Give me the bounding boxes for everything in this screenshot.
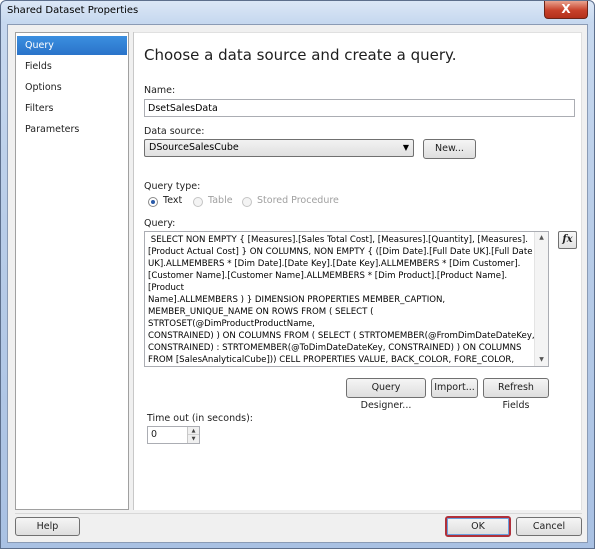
nav-item-options[interactable]: Options: [17, 78, 127, 97]
query-scrollbar[interactable]: ▲ ▼: [534, 232, 548, 366]
radio-text-label: Text: [163, 195, 183, 206]
name-label: Name:: [144, 85, 176, 96]
footer-divider: [15, 513, 582, 514]
query-type-label: Query type:: [144, 181, 201, 192]
expression-fx-button[interactable]: fx: [558, 231, 577, 249]
datasource-value: DSourceSalesCube: [149, 142, 239, 153]
nav-item-query[interactable]: Query: [17, 36, 127, 55]
radio-text[interactable]: [148, 197, 158, 207]
refresh-fields-button[interactable]: Refresh Fields: [483, 378, 549, 411]
stepper-down-icon[interactable]: ▼: [188, 435, 199, 443]
window-title: Shared Dataset Properties: [7, 5, 139, 16]
chevron-down-icon: ▼: [402, 143, 409, 152]
timeout-value: 0: [151, 429, 158, 440]
title-bar: Shared Dataset Properties X: [1, 1, 594, 23]
radio-stored-procedure[interactable]: [242, 197, 252, 207]
cancel-button[interactable]: Cancel: [516, 517, 582, 536]
nav-panel: Query Fields Options Filters Parameters: [15, 32, 129, 510]
query-text: SELECT NON EMPTY { [Measures].[Sales Tot…: [148, 235, 535, 365]
timeout-stepper[interactable]: 0 ▲ ▼: [147, 426, 200, 444]
stepper-up-icon[interactable]: ▲: [188, 427, 199, 435]
page-heading: Choose a data source and create a query.: [144, 46, 457, 64]
close-button[interactable]: X: [544, 1, 588, 19]
query-label: Query:: [144, 218, 176, 229]
radio-table[interactable]: [193, 197, 203, 207]
nav-item-filters[interactable]: Filters: [17, 99, 127, 118]
ok-button[interactable]: OK: [445, 516, 511, 537]
dialog-client-area: Query Fields Options Filters Parameters …: [7, 24, 588, 543]
timeout-label: Time out (in seconds):: [147, 413, 253, 424]
datasource-label: Data source:: [144, 126, 205, 137]
datasource-select[interactable]: DSourceSalesCube ▼: [144, 139, 414, 157]
radio-stored-procedure-label: Stored Procedure: [257, 195, 339, 206]
help-button[interactable]: Help: [15, 517, 80, 536]
stepper-buttons: ▲ ▼: [187, 427, 199, 443]
query-textarea[interactable]: SELECT NON EMPTY { [Measures].[Sales Tot…: [144, 231, 549, 367]
new-datasource-button[interactable]: New...: [423, 139, 476, 159]
import-button[interactable]: Import...: [431, 378, 478, 398]
scroll-up-icon[interactable]: ▲: [535, 232, 548, 244]
nav-item-fields[interactable]: Fields: [17, 57, 127, 76]
nav-item-parameters[interactable]: Parameters: [17, 120, 127, 139]
scroll-down-icon[interactable]: ▼: [535, 354, 548, 366]
name-field[interactable]: [144, 99, 575, 117]
query-page: Choose a data source and create a query.…: [134, 32, 582, 510]
radio-table-label: Table: [208, 195, 233, 206]
query-designer-button[interactable]: Query Designer...: [346, 378, 426, 411]
dialog-window: Shared Dataset Properties X Query Fields…: [0, 0, 595, 549]
